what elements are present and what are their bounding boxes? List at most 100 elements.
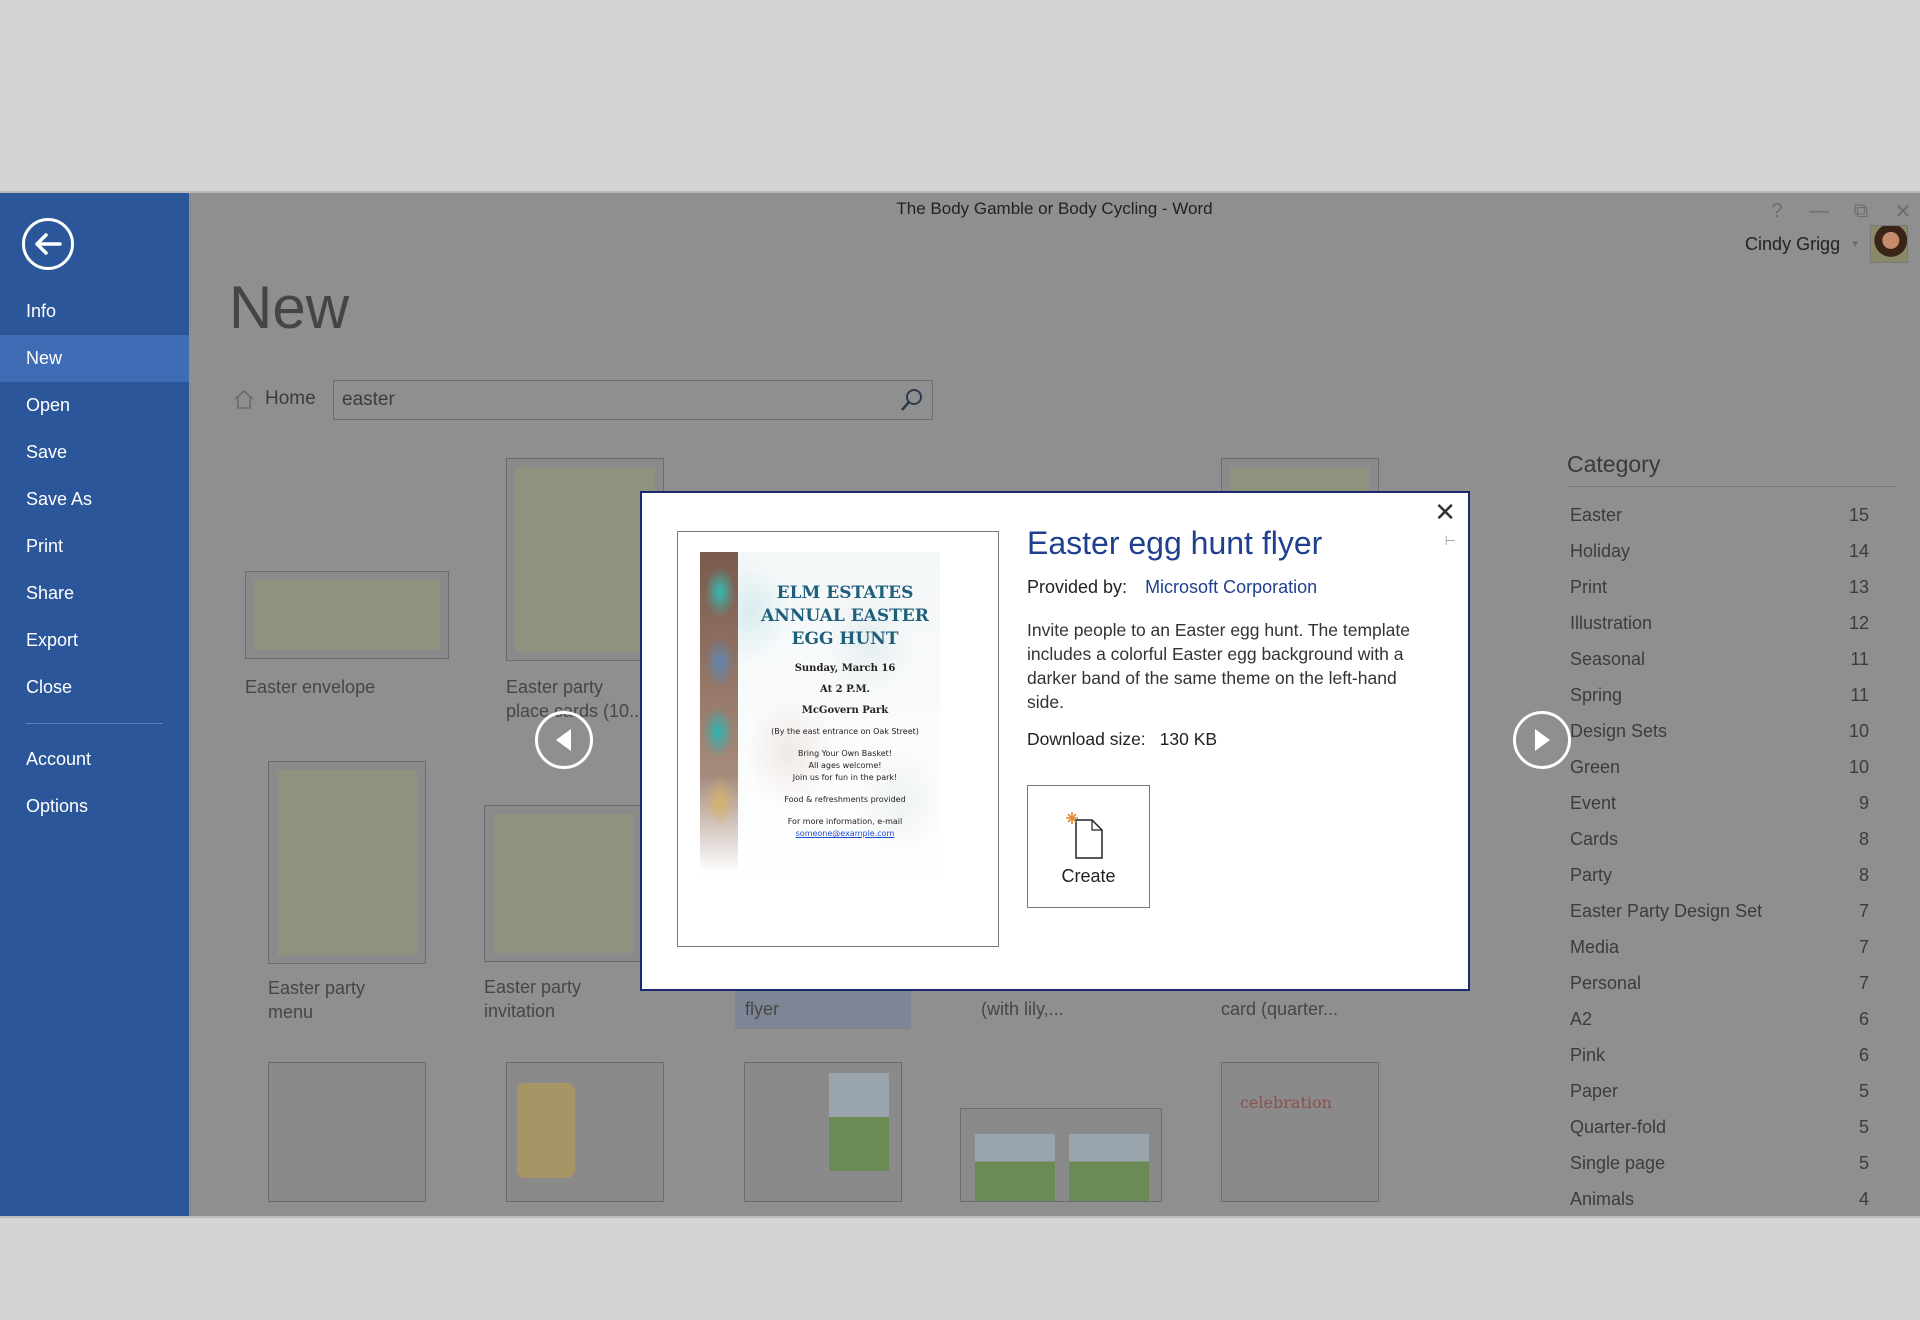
category-item[interactable]: A2 6: [1567, 1001, 1897, 1037]
home-link[interactable]: Home: [233, 388, 316, 410]
category-name: Personal: [1570, 973, 1642, 993]
avatar: [1870, 225, 1908, 263]
nav-new[interactable]: New: [0, 335, 189, 382]
template-tile[interactable]: Easter envelope: [245, 571, 449, 721]
template-tile[interactable]: Easter party invitation: [484, 805, 644, 1025]
nav-account[interactable]: Account: [0, 736, 189, 783]
template-thumbnail: [960, 1108, 1162, 1202]
help-icon[interactable]: ?: [1760, 197, 1794, 225]
flyer-line3: Join us for fun in the park!: [792, 773, 898, 782]
template-label: Easter party menu: [268, 978, 366, 1022]
user-name: Cindy Grigg: [1745, 233, 1841, 254]
category-item[interactable]: Easter 15: [1567, 497, 1897, 533]
template-tile[interactable]: card (quarter...: [1221, 989, 1421, 1029]
flyer-food: Food & refreshments provided: [784, 795, 906, 804]
category-name: Spring: [1570, 685, 1623, 705]
nav-info[interactable]: Info: [0, 288, 189, 335]
template-tile[interactable]: [268, 1062, 426, 1202]
back-button[interactable]: [22, 218, 74, 270]
desktop-top-band: [0, 0, 1920, 191]
category-name: Design Sets: [1570, 721, 1668, 741]
close-dialog-icon[interactable]: ✕: [1434, 497, 1456, 528]
search-button[interactable]: [892, 381, 932, 419]
close-icon[interactable]: ✕: [1886, 197, 1920, 225]
template-tile[interactable]: celebration: [1221, 1062, 1379, 1202]
next-template-button[interactable]: [1513, 711, 1571, 769]
pin-icon[interactable]: ⊢: [1445, 533, 1456, 549]
category-count: 5: [1858, 1081, 1869, 1101]
category-name: A2: [1570, 1009, 1593, 1029]
category-name: Single page: [1570, 1153, 1666, 1173]
category-item[interactable]: Single page 5: [1567, 1145, 1897, 1181]
template-search-box: [333, 380, 933, 420]
template-tile[interactable]: [960, 1108, 1162, 1202]
triangle-left-icon: [556, 729, 571, 751]
search-input[interactable]: [334, 381, 892, 419]
nav-save-as[interactable]: Save As: [0, 476, 189, 523]
restore-icon[interactable]: ⧉: [1844, 197, 1878, 225]
category-count: 9: [1858, 793, 1869, 813]
nav-close[interactable]: Close: [0, 664, 189, 711]
category-item[interactable]: Easter Party Design Set 7: [1567, 893, 1897, 929]
category-name: Seasonal: [1570, 649, 1646, 669]
category-item[interactable]: Spring 11: [1567, 677, 1897, 713]
category-count: 8: [1858, 829, 1869, 849]
category-item[interactable]: Design Sets 10: [1567, 713, 1897, 749]
nav-export[interactable]: Export: [0, 617, 189, 664]
category-item[interactable]: Green 10: [1567, 749, 1897, 785]
template-thumbnail: [245, 571, 449, 659]
chevron-down-icon: ▼: [1850, 238, 1860, 250]
nav-options[interactable]: Options: [0, 783, 189, 830]
category-count: 10: [1848, 757, 1869, 777]
template-thumbnail: [506, 1062, 664, 1202]
category-name: Cards: [1570, 829, 1619, 849]
category-item[interactable]: Seasonal 11: [1567, 641, 1897, 677]
category-item[interactable]: Print 13: [1567, 569, 1897, 605]
category-item[interactable]: Personal 7: [1567, 965, 1897, 1001]
word-window: Info New Open Save Save As Print Share E…: [0, 191, 1920, 1216]
category-item[interactable]: Animals 4: [1567, 1181, 1897, 1216]
category-name: Paper: [1570, 1081, 1619, 1101]
category-item[interactable]: Paper 5: [1567, 1073, 1897, 1109]
template-tile[interactable]: Easter party menu: [268, 761, 428, 1022]
category-name: Media: [1570, 937, 1620, 957]
category-item[interactable]: Cards 8: [1567, 821, 1897, 857]
nav-save[interactable]: Save: [0, 429, 189, 476]
create-button[interactable]: Create: [1027, 785, 1150, 908]
template-tile[interactable]: [506, 1062, 664, 1202]
category-item[interactable]: Media 7: [1567, 929, 1897, 965]
category-count: 4: [1858, 1189, 1869, 1209]
template-tile[interactable]: [744, 1062, 902, 1202]
template-label: Easter party invitation: [484, 977, 582, 1021]
category-item[interactable]: Party 8: [1567, 857, 1897, 893]
user-account[interactable]: Cindy Grigg ▼: [1745, 225, 1908, 263]
category-item[interactable]: Holiday 14: [1567, 533, 1897, 569]
category-name: Holiday: [1570, 541, 1631, 561]
category-count: 13: [1848, 577, 1869, 597]
download-size: Download size: 130 KB: [1027, 729, 1217, 750]
template-tile[interactable]: (with lily,...: [981, 989, 1181, 1029]
category-name: Illustration: [1570, 613, 1653, 633]
provider-link[interactable]: Microsoft Corporation: [1145, 577, 1317, 597]
category-count: 7: [1858, 973, 1869, 993]
flyer-title: ELM ESTATES ANNUAL EASTER EGG HUNT: [761, 583, 929, 649]
nav-share[interactable]: Share: [0, 570, 189, 617]
home-label: Home: [265, 388, 316, 409]
nav-open[interactable]: Open: [0, 382, 189, 429]
category-item[interactable]: Quarter-fold 5: [1567, 1109, 1897, 1145]
category-item[interactable]: Illustration 12: [1567, 605, 1897, 641]
window-title: The Body Gamble or Body Cycling - Word: [896, 199, 1213, 218]
template-preview-image: ELM ESTATES ANNUAL EASTER EGG HUNT Sunda…: [677, 531, 999, 947]
flyer-directions: (By the east entrance on Oak Street): [771, 727, 919, 736]
category-item[interactable]: Pink 6: [1567, 1037, 1897, 1073]
category-item[interactable]: Event 9: [1567, 785, 1897, 821]
template-tile-selected[interactable]: flyer: [735, 989, 911, 1029]
category-name: Quarter-fold: [1570, 1117, 1667, 1137]
previous-template-button[interactable]: [535, 711, 593, 769]
nav-print[interactable]: Print: [0, 523, 189, 570]
flyer-line2: All ages welcome!: [808, 761, 882, 770]
minimize-icon[interactable]: —: [1802, 197, 1836, 225]
template-thumbnail: [744, 1062, 902, 1202]
category-count: 5: [1858, 1153, 1869, 1173]
category-name: Party: [1570, 865, 1613, 885]
